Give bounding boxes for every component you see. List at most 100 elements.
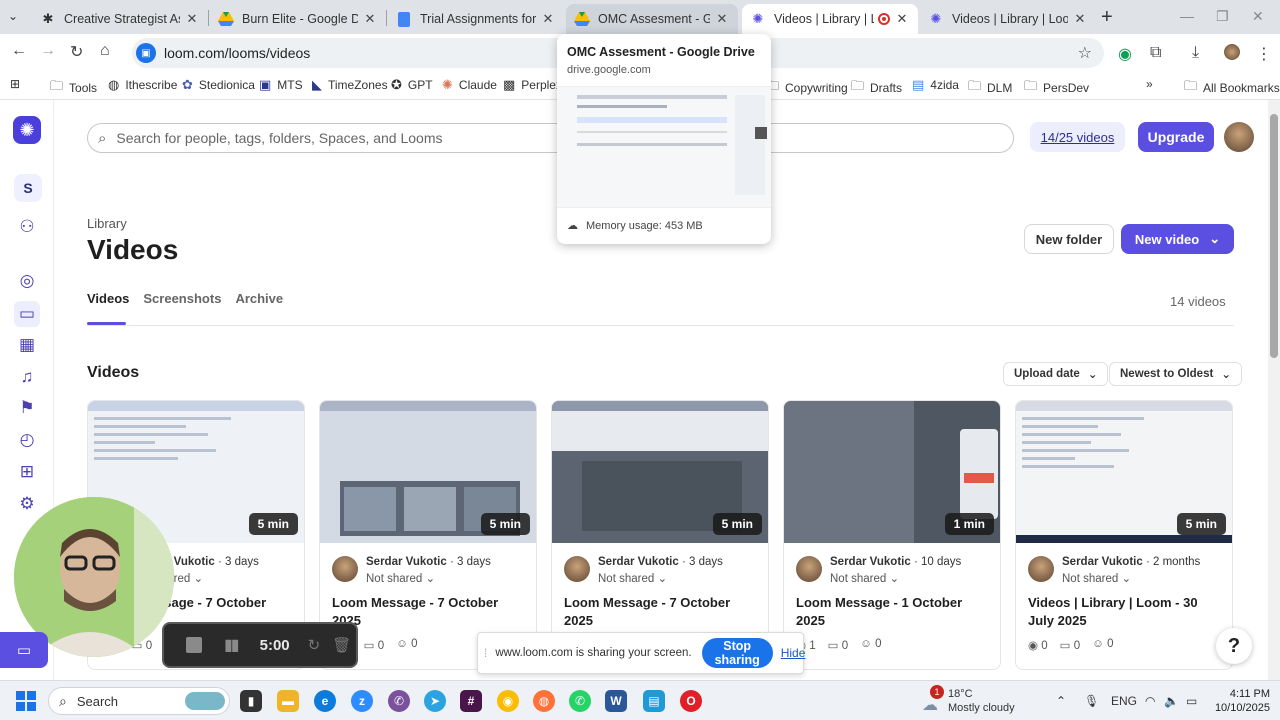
share-status[interactable]: Not shared ⌄ [1062,571,1131,585]
more-bookmarks-icon[interactable]: » [1146,77,1153,91]
profile-avatar[interactable] [1224,44,1240,60]
browser-tab-4[interactable]: OMC Assesment - Google ✕ [566,4,738,34]
telegram-icon[interactable]: ➤ [424,690,446,712]
browser-tab-1[interactable]: ✱ Creative Strategist Assessm ✕ [32,4,208,34]
task-view-icon[interactable]: ▮ [240,690,262,712]
video-thumbnail[interactable]: 5 min [552,401,768,543]
video-card[interactable]: 1 min Serdar Vukotic · 10 days Not share… [783,400,1001,670]
stop-sharing-button[interactable]: Stop sharing [701,638,773,668]
restart-icon[interactable]: ↻ [308,636,321,654]
all-bookmarks[interactable]: 🗀 All Bookmarks [1184,77,1280,99]
hide-link[interactable]: Hide [781,646,806,660]
close-icon[interactable]: ✕ [1072,11,1088,27]
tab-screenshots[interactable]: Screenshots [143,291,221,306]
user-avatar[interactable] [1224,122,1254,152]
file-explorer-icon[interactable]: ▬ [277,690,299,712]
trash-icon[interactable]: 🗑 [332,636,351,654]
microphone-icon[interactable]: 🎙 [1084,694,1099,708]
minimize-icon[interactable]: — [1180,8,1194,24]
bell-icon[interactable]: ♫ [14,364,40,390]
camera-toggle-button[interactable]: ▭ [0,632,48,668]
menu-kebab-icon[interactable]: ⋮ [1256,44,1272,64]
user-circle-icon[interactable]: ◎ [14,268,40,294]
bookmark-mts[interactable]: ▣ MTS [259,77,303,93]
new-video-button[interactable]: New video ⌄ [1121,224,1234,254]
restore-icon[interactable]: ❐ [1216,8,1229,25]
bookmark-copywriting[interactable]: 🗀 Copywriting [766,77,848,99]
gear-icon[interactable]: ⚙ [14,491,40,517]
page-scrollbar[interactable] [1268,100,1280,680]
bookmark-tools[interactable]: 🗀 Tools [50,77,97,99]
clock-icon[interactable]: ◴ [14,427,40,453]
windows-start-icon[interactable] [16,691,36,716]
sort-order-dropdown[interactable]: Newest to Oldest ⌄ [1109,362,1242,386]
drag-handle-icon[interactable]: ⁞ [484,646,487,660]
apps-grid-icon[interactable]: ⊞ [10,77,20,91]
upgrade-button[interactable]: Upgrade [1138,122,1214,152]
reload-icon[interactable]: ↻ [70,42,83,62]
video-title[interactable]: Videos | Library | Loom - 30 July 2025 [1028,594,1224,630]
viber-icon[interactable]: ✆ [388,690,410,712]
new-tab-button[interactable]: + [1101,6,1113,29]
loom-logo-icon[interactable]: ✺ [13,116,41,144]
close-icon[interactable]: ✕ [894,11,910,27]
share-status[interactable]: Not shared ⌄ [598,571,667,585]
extensions-puzzle-icon[interactable]: ⧉ [1150,44,1161,62]
browser-tab-2[interactable]: Burn Elite - Google Drive ✕ [210,4,386,34]
help-button[interactable]: ? [1216,628,1252,664]
bookmark-drafts[interactable]: 🗀 Drafts [851,77,902,99]
video-thumbnail[interactable]: 5 min [1016,401,1232,543]
whatsapp-icon[interactable]: ✆ [569,690,591,712]
sort-field-dropdown[interactable]: Upload date ⌄ [1003,362,1109,386]
language-indicator[interactable]: ENG [1111,694,1137,708]
taskbar-search[interactable]: ⌕ Search [48,687,230,715]
close-window-icon[interactable]: ✕ [1252,8,1264,25]
system-clock[interactable]: 4:11 PM 10/10/2025 [1210,687,1270,715]
share-status[interactable]: Not shared ⌄ [366,571,435,585]
bookmark-timezones[interactable]: ◣ TimeZones [312,77,388,93]
stop-recording-button[interactable] [186,637,202,653]
search-bar[interactable]: ⌕ [87,123,1014,153]
extension-icon[interactable]: ◉ [1118,44,1132,64]
edge-icon[interactable]: e [314,690,336,712]
tab-videos[interactable]: Videos [87,291,129,306]
video-thumbnail[interactable]: 1 min [784,401,1000,543]
browser-tab-5[interactable]: ✺ Videos | Library | Loom ✕ [742,4,918,34]
notepad-icon[interactable]: ▤ [643,690,665,712]
calendar-icon[interactable]: ▦ [14,332,40,358]
wifi-icon[interactable]: ◠ [1145,694,1155,708]
firefox-icon[interactable]: ◍ [533,690,555,712]
video-card[interactable]: 5 min Serdar Vukotic · 3 days Not shared… [551,400,769,670]
chrome-icon[interactable]: ◉ [497,690,519,712]
opera-icon[interactable]: O [680,690,702,712]
browser-tab-6[interactable]: ✺ Videos | Library | Loom ✕ [920,4,1096,34]
slack-icon[interactable]: # [460,690,482,712]
workspace-avatar[interactable]: S [14,174,42,202]
invite-user-icon[interactable]: ⚇ [14,214,40,240]
video-title[interactable]: Loom Message - 1 October 2025 [796,594,992,630]
scrollbar-thumb[interactable] [1270,114,1278,358]
browser-tab-3[interactable]: Trial Assignments for OMC ✕ [388,4,564,34]
site-info-icon[interactable]: ▣ [136,43,156,63]
download-icon[interactable]: ⤓ [1192,44,1199,62]
bookmark-perplexity[interactable]: ▩ Perplex [503,77,562,93]
bookmark-dlm[interactable]: 🗀 DLM [968,77,1012,99]
tray-chevron-icon[interactable]: ⌃ [1056,694,1066,708]
bookmark-4zida[interactable]: ▤ 4zida [912,77,959,93]
bookmark-icon[interactable]: ⚑ [14,395,40,421]
library-icon[interactable]: ▭ [14,301,40,327]
zoom-icon[interactable]: z [351,690,373,712]
close-icon[interactable]: ✕ [362,11,378,27]
video-title[interactable]: Loom Message - 7 October 2025 [564,594,760,630]
video-title[interactable]: Loom Message - 7 October 2025 [332,594,528,630]
video-card[interactable]: 5 min Serdar Vukotic · 2 months Not shar… [1015,400,1233,670]
word-icon[interactable]: W [605,690,627,712]
breadcrumb[interactable]: Library [87,216,127,231]
home-icon[interactable]: ⌂ [100,42,110,60]
bookmark-stedionica[interactable]: ✿ Stedionica [182,77,255,93]
forward-icon[interactable]: → [40,42,56,60]
close-icon[interactable]: ✕ [714,11,730,27]
tab-archive[interactable]: Archive [235,291,283,306]
pause-icon[interactable]: ▮▮ [224,635,240,655]
tab-search-dropdown-icon[interactable]: ⌄ [8,9,18,23]
